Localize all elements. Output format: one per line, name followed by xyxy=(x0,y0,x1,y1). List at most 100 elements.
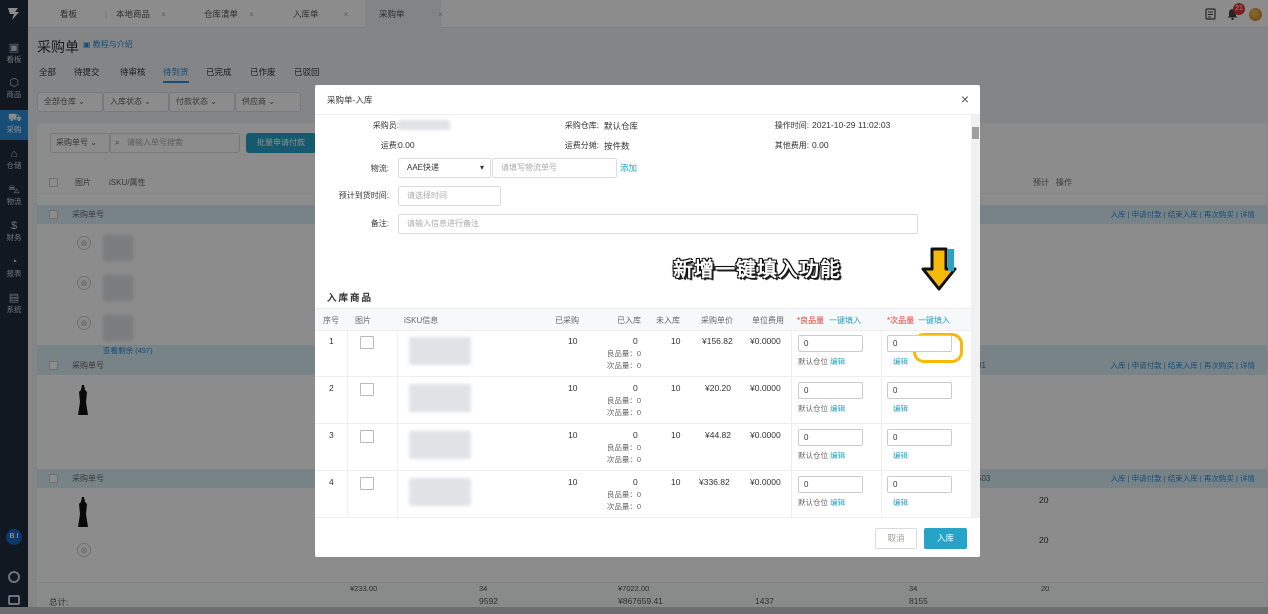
received-qty: 0 xyxy=(633,336,638,346)
good-qty-input[interactable]: 0 xyxy=(798,476,863,493)
eta-datepicker[interactable]: 请选择时间 xyxy=(398,186,501,206)
received-qty: 0 xyxy=(633,430,638,440)
default-location: 默认仓位 编辑 xyxy=(798,403,845,414)
edit-location-link[interactable]: 编辑 xyxy=(830,451,845,460)
received-defect: 次品量：0 xyxy=(606,361,641,370)
location-label: 默认仓位 xyxy=(798,404,828,413)
goods-table-header: 序号 图片 iSKU信息 已采购 已入库 未入库 采购单价 单位费用 *良品量 … xyxy=(315,308,971,331)
inbound-modal: 采购单-入库 × 采购员: 采购仓库: 默认仓库 操作时间: 2021-10-2… xyxy=(315,85,980,557)
logistics-value: AAE快递 xyxy=(407,163,440,172)
edit-defect-link[interactable]: 编辑 xyxy=(893,497,908,508)
tracking-placeholder: 请填写物流单号 xyxy=(501,163,557,172)
logistics-label: 物流: xyxy=(370,164,389,173)
section-title: 入库商品 xyxy=(327,293,374,304)
eta-placeholder: 请选择时间 xyxy=(407,191,447,200)
edit-defect-link[interactable]: 编辑 xyxy=(893,403,908,414)
row-no: 2 xyxy=(329,383,334,393)
other-fee-label: 其他费用: xyxy=(774,141,809,150)
edit-defect-link[interactable]: 编辑 xyxy=(893,450,908,461)
cancel-button[interactable]: 取消 xyxy=(875,528,917,549)
good-qty-input[interactable]: 0 xyxy=(798,382,863,399)
tracking-input[interactable]: 请填写物流单号 xyxy=(492,158,617,178)
redacted-sku xyxy=(409,337,471,365)
edit-defect-link[interactable]: 编辑 xyxy=(893,356,908,367)
row-no: 4 xyxy=(329,477,334,487)
freight-label: 运费: xyxy=(380,141,399,150)
col-image: 图片 xyxy=(355,316,371,325)
col-defect-qty: *次品量 xyxy=(887,316,915,325)
share-value: 按件数 xyxy=(604,141,630,151)
defect-qty-input[interactable]: 0 xyxy=(887,476,952,493)
warehouse-value: 默认仓库 xyxy=(604,121,639,131)
logistics-select[interactable]: AAE快递 ▾ xyxy=(398,158,491,178)
remark-input[interactable]: 请输入信息进行备注 xyxy=(398,214,918,234)
unit-price: ¥44.82 xyxy=(705,430,731,440)
redacted-sku xyxy=(409,431,471,459)
fill-all-defect-link[interactable]: 一键填入 xyxy=(918,309,950,332)
unit-price: ¥156.82 xyxy=(702,336,733,346)
col-good-qty: *良品量 xyxy=(797,316,825,325)
purchased-qty: 10 xyxy=(568,336,578,346)
unit-price: ¥336.82 xyxy=(699,477,730,487)
defect-qty-input[interactable]: 0 xyxy=(887,382,952,399)
modal-header: 采购单-入库 xyxy=(315,85,980,115)
fill-all-good-link[interactable]: 一键填入 xyxy=(829,309,861,332)
scrollbar-thumb[interactable] xyxy=(972,127,979,139)
edit-location-link[interactable]: 编辑 xyxy=(830,404,845,413)
row-no: 1 xyxy=(329,336,334,346)
optime-value: 2021-10-29 11:02:03 xyxy=(812,120,891,130)
promo-text: 新增一键填入功能 xyxy=(673,257,841,281)
purchased-qty: 10 xyxy=(568,383,578,393)
edit-location-link[interactable]: 编辑 xyxy=(830,498,845,507)
default-location: 默认仓位 编辑 xyxy=(798,356,845,367)
pending-qty: 10 xyxy=(671,430,681,440)
remark-label: 备注: xyxy=(370,219,389,228)
modal-scrollbar[interactable] xyxy=(971,115,980,517)
unit-fee: ¥0.0000 xyxy=(750,477,781,487)
default-location: 默认仓位 编辑 xyxy=(798,450,845,461)
unit-fee: ¥0.0000 xyxy=(750,336,781,346)
close-icon[interactable]: × xyxy=(961,91,969,107)
image-placeholder-icon xyxy=(360,477,374,490)
pending-qty: 10 xyxy=(671,383,681,393)
warehouse-label: 采购仓库: xyxy=(564,121,599,130)
received-good: 良品量：0 xyxy=(606,349,641,358)
received-qty: 0 xyxy=(633,477,638,487)
received-good: 良品量：0 xyxy=(606,443,641,452)
hidden-button-edge xyxy=(948,249,954,271)
caret-down-icon: ▾ xyxy=(479,163,484,172)
unit-fee: ¥0.0000 xyxy=(750,383,781,393)
image-placeholder-icon xyxy=(360,336,374,349)
eta-label: 预计到货时间: xyxy=(338,191,389,200)
confirm-inbound-button[interactable]: 入库 xyxy=(924,528,967,549)
add-tracking-link[interactable]: 添加 xyxy=(620,162,637,174)
purchased-qty: 10 xyxy=(568,477,578,487)
remark-placeholder: 请输入信息进行备注 xyxy=(407,219,479,228)
received-defect: 次品量：0 xyxy=(606,408,641,417)
modal-title: 采购单-入库 xyxy=(327,95,373,105)
freight-value: 0.00 xyxy=(398,140,415,150)
unit-price: ¥20.20 xyxy=(705,383,731,393)
pending-qty: 10 xyxy=(671,336,681,346)
defect-qty-input[interactable]: 0 xyxy=(887,335,952,352)
received-qty: 0 xyxy=(633,383,638,393)
received-defect: 次品量：0 xyxy=(606,455,641,464)
col-purchased: 已采购 xyxy=(555,316,579,325)
buyer-label: 采购员: xyxy=(372,121,399,130)
goods-row: 3 10 0 良品量：0 次品量：0 10 ¥44.82 ¥0.0000 0 默… xyxy=(315,425,971,471)
defect-qty-input[interactable]: 0 xyxy=(887,429,952,446)
col-no: 序号 xyxy=(323,316,339,325)
redacted-buyer xyxy=(398,120,450,130)
good-qty-input[interactable]: 0 xyxy=(798,335,863,352)
col-isku: iSKU信息 xyxy=(404,316,439,325)
edit-location-link[interactable]: 编辑 xyxy=(830,357,845,366)
pending-qty: 10 xyxy=(671,477,681,487)
location-label: 默认仓位 xyxy=(798,357,828,366)
good-qty-input[interactable]: 0 xyxy=(798,429,863,446)
optime-label: 操作时间: xyxy=(774,121,809,130)
col-received: 已入库 xyxy=(617,316,641,325)
unit-fee: ¥0.0000 xyxy=(750,430,781,440)
modal-body: 采购员: 采购仓库: 默认仓库 操作时间: 2021-10-29 11:02:0… xyxy=(315,115,971,517)
image-placeholder-icon xyxy=(360,383,374,396)
redacted-sku xyxy=(409,384,471,412)
